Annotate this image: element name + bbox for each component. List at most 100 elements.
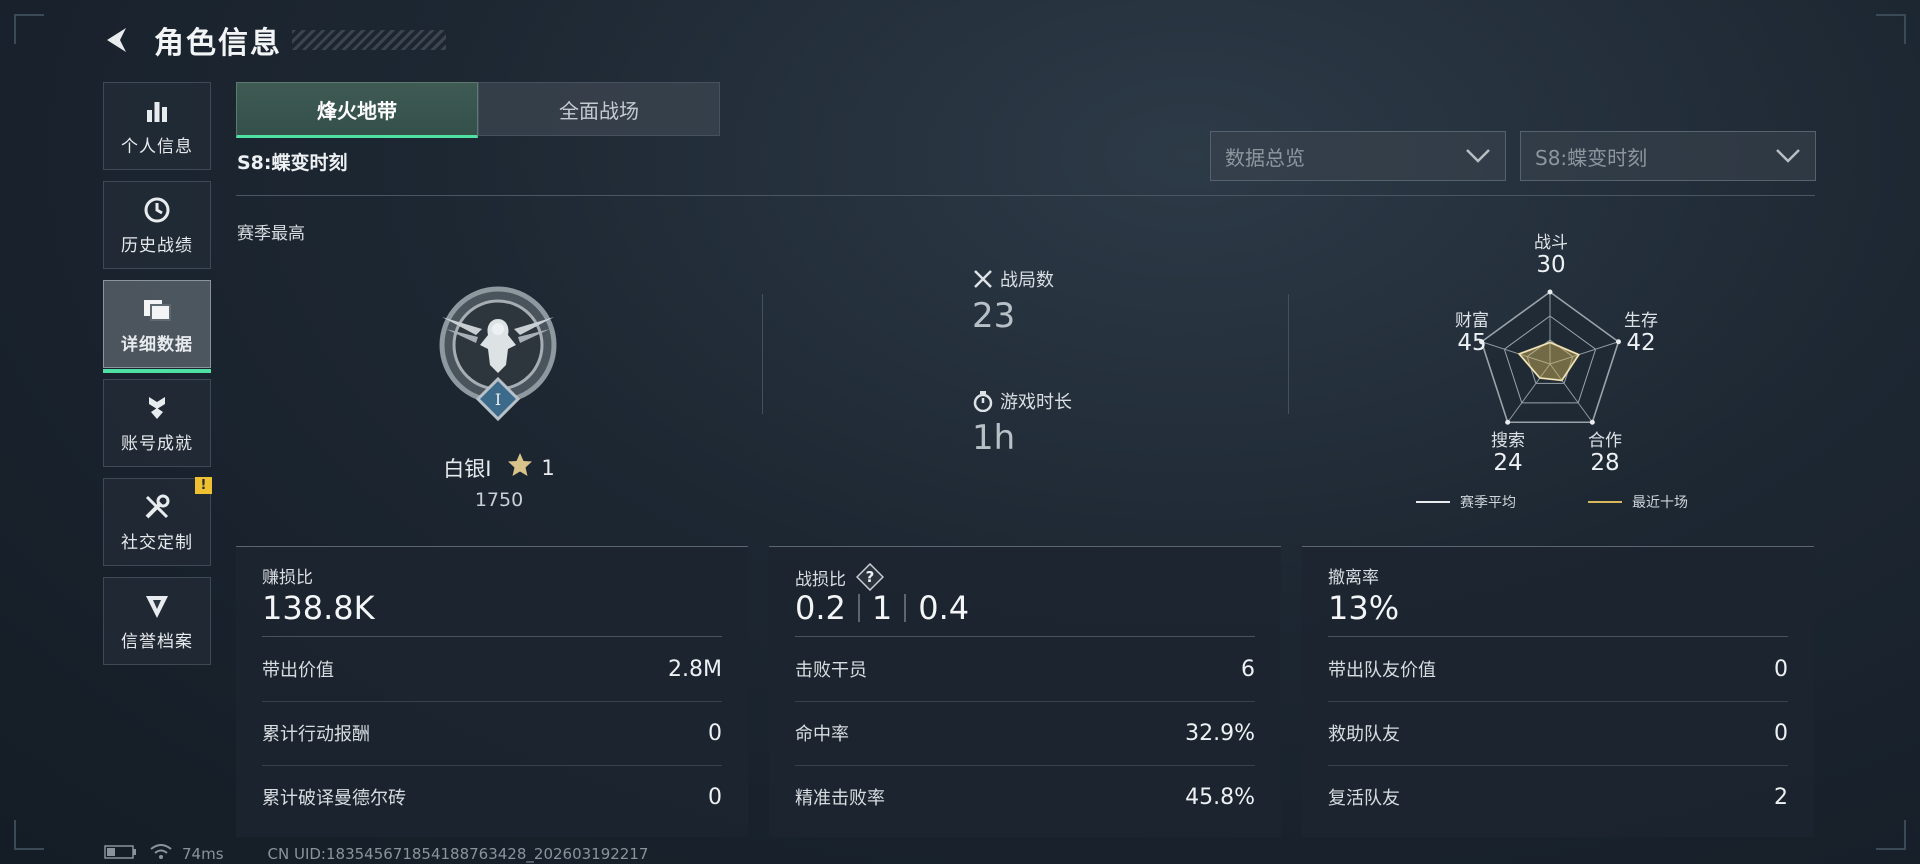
ratio-separator [857, 594, 860, 622]
radar-value-survival: 42 [1626, 330, 1656, 356]
table-row: 累计行动报酬 0 [262, 701, 722, 766]
tools-icon [142, 492, 172, 522]
row-value: 2.8M [668, 656, 722, 682]
row-label: 击败干员 [795, 660, 867, 681]
matches-label: 战局数 [1000, 270, 1054, 291]
sidebar-item-label: 账号成就 [121, 433, 193, 454]
sidebar-item-label: 个人信息 [121, 136, 193, 157]
back-arrow-icon[interactable] [100, 23, 134, 57]
row-value: 0 [708, 784, 722, 810]
combat-ratio: 0.2 1 0.4 [795, 589, 969, 627]
tab-full-battlefield[interactable]: 全面战场 [478, 82, 720, 136]
row-label: 累计行动报酬 [262, 724, 370, 745]
legend-recent-label: 最近十场 [1632, 495, 1688, 511]
sidebar-item-credit[interactable]: 信誉档案 [103, 577, 211, 665]
rank-numeral: I [494, 390, 502, 409]
table-row: 救助队友 0 [1328, 701, 1788, 766]
combat-value-a: 0.2 [795, 589, 846, 627]
row-label: 带出价值 [262, 660, 334, 681]
row-label: 精准击败率 [795, 788, 885, 809]
season-name: S8:蝶变时刻 [237, 152, 348, 174]
radar-label-survival: 生存 [1624, 311, 1658, 331]
radar-value-combat: 30 [1536, 252, 1566, 278]
battery-icon [104, 844, 138, 864]
history-icon [142, 195, 172, 225]
profit-title: 赚损比 [262, 568, 313, 588]
radar-label-teamwork: 合作 [1588, 431, 1622, 451]
credit-icon [142, 591, 172, 621]
table-row: 带出队友价值 0 [1328, 637, 1788, 702]
chevron-down-icon [1466, 149, 1490, 163]
extract-title: 撤离率 [1328, 568, 1379, 588]
radar-label-combat: 战斗 [1534, 233, 1568, 253]
header-divider [236, 195, 1815, 196]
status-bar: 74ms CN UID:18354567185418876342​8_20260… [104, 844, 648, 864]
matches-value: 23 [972, 296, 1016, 336]
extract-value: 13% [1328, 589, 1400, 627]
section-divider [1288, 294, 1289, 414]
row-value: 6 [1241, 656, 1255, 682]
user-uid: CN UID:18354567185418876342​8_2026031922… [267, 845, 649, 863]
table-row: 累计破译曼德尔砖 0 [262, 765, 722, 829]
rank-score: 1750 [474, 489, 524, 511]
view-dropdown[interactable]: 数据总览 [1210, 131, 1506, 181]
playtime-value: 1h [972, 418, 1016, 458]
radar-label-search: 搜索 [1491, 431, 1525, 451]
legend-recent: 最近十场 [1588, 492, 1688, 512]
combat-title: 战损比 [795, 569, 846, 590]
page-title: 角色信息 [154, 26, 282, 61]
radar-value-search: 24 [1493, 450, 1523, 476]
view-dropdown-value: 数据总览 [1225, 145, 1305, 170]
row-value: 0 [1774, 656, 1788, 682]
season-dropdown[interactable]: S8:蝶变时刻 [1520, 131, 1816, 181]
extract-card: 撤离率 13% 带出队友价值 0 救助队友 0 复活队友 2 [1302, 546, 1814, 837]
row-value: 32.9% [1185, 720, 1255, 746]
season-dropdown-value: S8:蝶变时刻 [1535, 145, 1648, 170]
row-value: 2 [1774, 784, 1788, 810]
rank-name-row: 白银I 1 [436, 452, 562, 483]
sidebar-item-achievements[interactable]: 账号成就 [103, 379, 211, 467]
chevron-down-icon [1776, 149, 1800, 163]
stopwatch-icon [972, 390, 994, 412]
help-icon[interactable]: ? [856, 563, 884, 591]
ratio-separator [904, 594, 907, 622]
row-label: 累计破译曼德尔砖 [262, 788, 406, 809]
svg-text:?: ? [866, 568, 875, 586]
radar-value-teamwork: 28 [1590, 450, 1620, 476]
profit-value: 138.8K [262, 589, 375, 627]
row-label: 救助队友 [1328, 724, 1400, 745]
playtime-stat: 游戏时长 1h [972, 388, 1072, 458]
row-label: 复活队友 [1328, 788, 1400, 809]
matches-stat: 战局数 23 [972, 266, 1054, 336]
title-decoration [292, 30, 446, 50]
ping-value: 74ms [182, 845, 224, 863]
sidebar-item-detailed-data[interactable]: 详细数据 [103, 280, 211, 373]
legend-line-avg [1416, 501, 1450, 503]
combat-card: 战损比 ? 0.2 1 0.4 击败干员 6 命中率 32.9% 精准击败率 4… [769, 546, 1281, 837]
tab-hazard-zone[interactable]: 烽火地带 [236, 82, 478, 138]
radar-label-wealth: 财富 [1455, 311, 1489, 331]
profit-card: 赚损比 138.8K 带出价值 2.8M 累计行动报酬 0 累计破译曼德尔砖 0 [236, 546, 748, 837]
row-label: 命中率 [795, 724, 849, 745]
row-value: 0 [708, 720, 722, 746]
season-high-label: 赛季最高 [237, 224, 305, 244]
mode-tabs: 烽火地带 全面战场 [236, 82, 720, 138]
sidebar-item-history[interactable]: 历史战绩 [103, 181, 211, 269]
combat-value-c: 0.4 [918, 589, 970, 627]
sidebar-item-social[interactable]: ! 社交定制 [103, 477, 212, 566]
sidebar-item-personal-info[interactable]: 个人信息 [103, 82, 211, 170]
ability-radar: 战斗 30 生存 42 合作 28 搜索 24 财富 45 [1400, 222, 1700, 512]
combat-value-b: 1 [871, 589, 893, 627]
table-row: 复活队友 2 [1328, 765, 1788, 829]
warning-badge: ! [195, 477, 212, 494]
legend-avg-label: 赛季平均 [1460, 495, 1516, 511]
row-value: 45.8% [1185, 784, 1255, 810]
crossed-swords-icon [972, 268, 994, 290]
sidebar-item-label: 详细数据 [121, 334, 193, 355]
wifi-icon [150, 844, 172, 864]
combat-title-row: 战损比 ? [795, 563, 884, 591]
row-label: 带出队友价值 [1328, 660, 1436, 681]
bar-chart-icon [142, 96, 172, 126]
table-row: 带出价值 2.8M [262, 637, 722, 702]
table-row: 击败干员 6 [795, 637, 1255, 702]
